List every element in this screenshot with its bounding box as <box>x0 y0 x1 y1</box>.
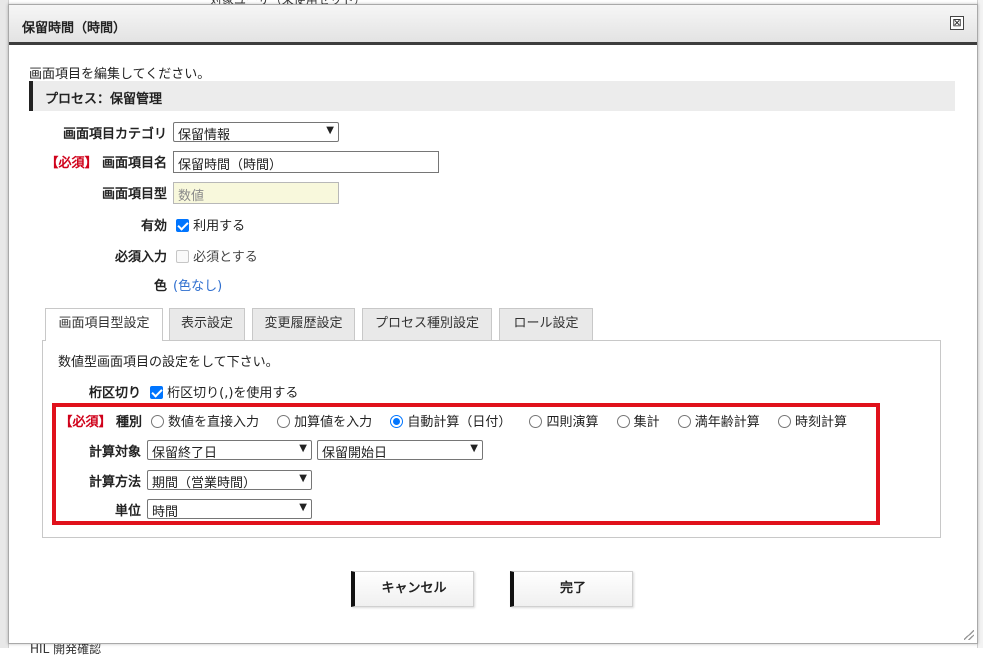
enabled-text: 利用する <box>193 219 246 234</box>
process-section-header: プロセス：保留管理 <box>29 81 955 111</box>
required-input-label: 必須入力 <box>114 250 167 265</box>
required-input-text: 必須とする <box>193 250 258 265</box>
dialog-titlebar[interactable]: 保留時間（時間） ⊠ <box>9 5 977 45</box>
name-label-row: 【必須】 画面項目名 <box>29 152 167 171</box>
enabled-checkbox[interactable] <box>176 219 189 232</box>
name-input[interactable]: 保留時間（時間） <box>173 151 439 173</box>
type-label: 画面項目型 <box>101 187 167 202</box>
color-link[interactable]: (色なし) <box>173 275 222 294</box>
tab-item-type-settings[interactable]: 画面項目型設定 <box>45 308 163 341</box>
separator-option[interactable]: 桁区切り(,)を使用する <box>150 382 298 401</box>
edit-item-dialog: 保留時間（時間） ⊠ 画面項目を編集してください。 プロセス：保留管理 画面項目… <box>8 4 978 644</box>
tab-process-type-settings[interactable]: プロセス種別設定 <box>362 308 492 340</box>
cancel-button[interactable]: キャンセル <box>351 571 474 607</box>
highlight-box <box>52 403 880 525</box>
required-input-option: 必須とする <box>176 246 258 265</box>
close-icon[interactable]: ⊠ <box>950 16 964 30</box>
done-button[interactable]: 完了 <box>510 571 633 607</box>
tab-display-settings[interactable]: 表示設定 <box>169 308 245 340</box>
name-label: 画面項目名 <box>101 156 167 171</box>
color-label: 色 <box>153 279 167 294</box>
category-select[interactable]: 保留情報 ▼ <box>173 122 339 142</box>
panel-intro: 数値型画面項目の設定をして下さい。 <box>58 355 279 370</box>
enabled-label: 有効 <box>140 219 167 234</box>
dialog-intro: 画面項目を編集してください。 <box>29 67 211 82</box>
type-field: 数値 <box>173 182 339 204</box>
resize-grip-icon[interactable] <box>964 630 974 640</box>
separator-text: 桁区切り(,)を使用する <box>167 386 299 401</box>
tab-history-settings[interactable]: 変更履歴設定 <box>252 308 355 340</box>
category-select-value: 保留情報 <box>178 128 231 142</box>
tab-role-settings[interactable]: ロール設定 <box>499 308 593 340</box>
chevron-down-icon: ▼ <box>326 125 334 136</box>
required-tag: 【必須】 <box>45 156 98 171</box>
enabled-option[interactable]: 利用する <box>176 215 245 234</box>
category-label: 画面項目カテゴリ <box>62 127 167 142</box>
dialog-title: 保留時間（時間） <box>22 21 127 36</box>
separator-checkbox[interactable] <box>150 386 163 399</box>
required-input-checkbox <box>176 250 189 263</box>
process-label: プロセス：保留管理 <box>45 92 163 107</box>
separator-label: 桁区切り <box>88 386 141 401</box>
